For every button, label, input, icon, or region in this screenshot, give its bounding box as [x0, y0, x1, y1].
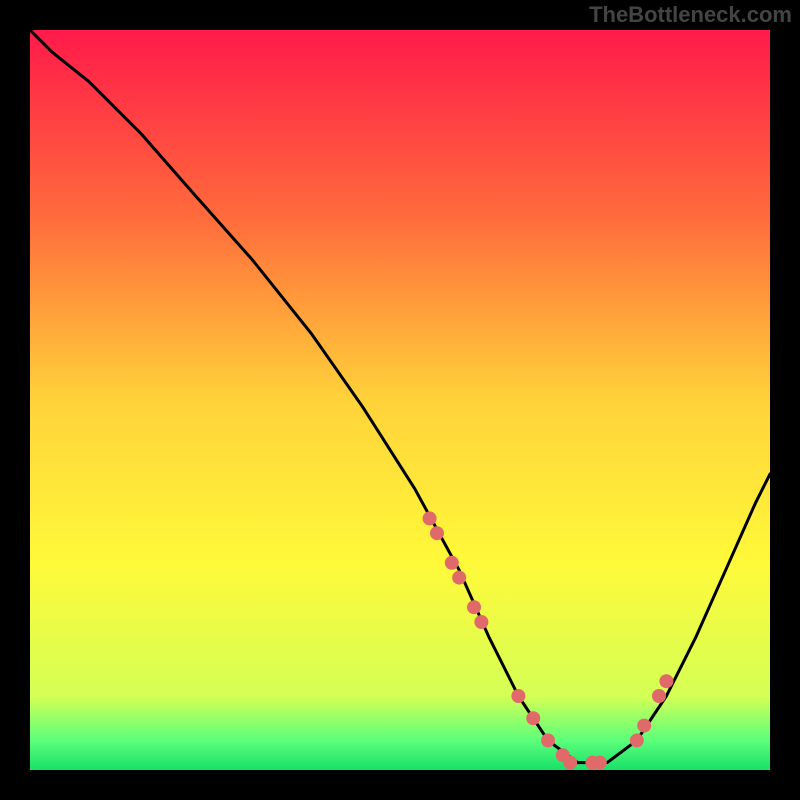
data-marker [659, 674, 673, 688]
data-marker [563, 756, 577, 770]
data-marker [474, 615, 488, 629]
data-marker [430, 526, 444, 540]
data-marker [423, 511, 437, 525]
data-marker [652, 689, 666, 703]
watermark-text: TheBottleneck.com [589, 2, 792, 28]
data-marker [630, 733, 644, 747]
data-marker [637, 719, 651, 733]
gradient-background [30, 30, 770, 770]
chart-frame: TheBottleneck.com [0, 0, 800, 800]
data-marker [541, 733, 555, 747]
data-marker [467, 600, 481, 614]
data-marker [452, 571, 466, 585]
data-marker [593, 756, 607, 770]
data-marker [526, 711, 540, 725]
data-marker [511, 689, 525, 703]
bottleneck-chart [30, 30, 770, 770]
data-marker [445, 556, 459, 570]
